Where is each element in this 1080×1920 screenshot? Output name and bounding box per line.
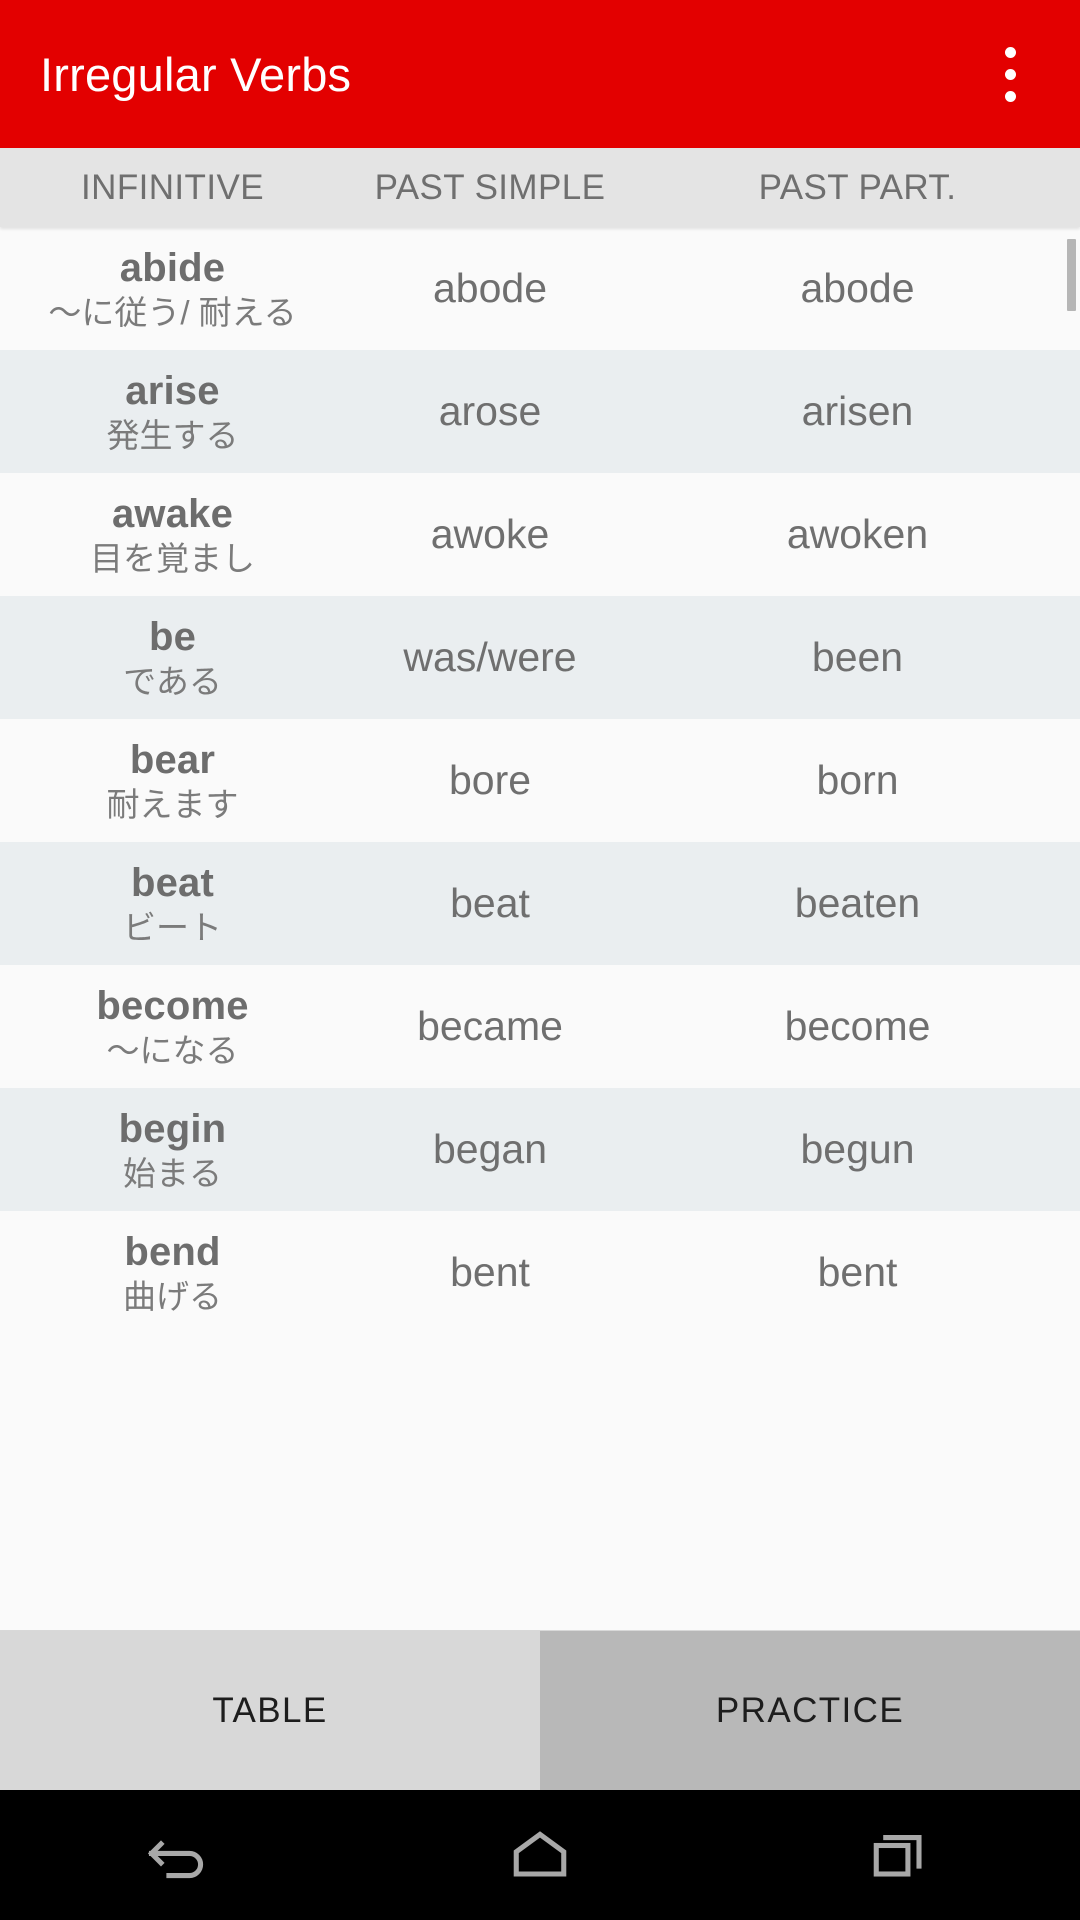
verb-meaning: 耐えます xyxy=(106,785,239,823)
verb-infinitive: abide xyxy=(119,245,226,290)
cell-past-participle: abode xyxy=(800,265,915,311)
table-row[interactable]: awake 目を覚まし awoke awoken xyxy=(0,473,1080,596)
more-vert-dot xyxy=(1004,90,1016,102)
cell-infinitive: awake 目を覚まし xyxy=(0,493,345,577)
tab-bar: TABLE PRACTICE xyxy=(0,1630,1080,1790)
cell-infinitive: abide 〜に従う/ 耐える xyxy=(0,247,345,331)
cell-infinitive: become 〜になる xyxy=(0,985,345,1069)
cell-infinitive: arise 発生する xyxy=(0,370,345,454)
cell-past-simple: beat xyxy=(450,880,530,926)
verb-infinitive: begin xyxy=(118,1106,227,1151)
tab-table[interactable]: TABLE xyxy=(0,1631,540,1790)
cell-infinitive: bear 耐えます xyxy=(0,739,345,823)
column-header-past-participle: PAST PART. xyxy=(758,167,957,207)
table-row[interactable]: abide 〜に従う/ 耐える abode abode xyxy=(0,227,1080,350)
cell-past-participle: born xyxy=(816,757,899,803)
cell-past-simple: was/were xyxy=(403,634,577,680)
cell-past-participle: been xyxy=(811,634,904,680)
table-row[interactable]: bear 耐えます bore born xyxy=(0,719,1080,842)
page-title: Irregular Verbs xyxy=(40,47,352,101)
cell-past-simple: abode xyxy=(432,265,547,311)
cell-past-participle: bent xyxy=(817,1249,898,1295)
verb-meaning: 始まる xyxy=(123,1154,222,1192)
table-header-row: INFINITIVE PAST SIMPLE PAST PART. xyxy=(0,148,1080,227)
column-header-infinitive: INFINITIVE xyxy=(81,167,264,207)
column-header-past-simple: PAST SIMPLE xyxy=(374,167,606,207)
more-vert-icon[interactable] xyxy=(980,26,1040,122)
verb-meaning: 〜になる xyxy=(106,1031,239,1069)
cell-past-simple: arose xyxy=(438,388,542,434)
cell-past-simple: bent xyxy=(450,1249,530,1295)
verb-meaning: 〜に従う/ 耐える xyxy=(48,293,297,331)
cell-past-participle: awoken xyxy=(786,511,929,557)
verb-meaning: 発生する xyxy=(106,416,239,454)
home-icon[interactable] xyxy=(360,1817,720,1893)
android-navigation-bar xyxy=(0,1790,1080,1920)
table-row[interactable]: begin 始まる began begun xyxy=(0,1088,1080,1211)
cell-past-participle: become xyxy=(784,1003,931,1049)
cell-infinitive: be である xyxy=(0,616,345,700)
cell-past-simple: became xyxy=(417,1003,563,1049)
table-row[interactable]: arise 発生する arose arisen xyxy=(0,350,1080,473)
verb-table[interactable]: abide 〜に従う/ 耐える abode abode arise 発生する arose ar… xyxy=(0,227,1080,1630)
cell-past-participle: arisen xyxy=(801,388,914,434)
verb-meaning: である xyxy=(123,662,222,700)
tab-practice[interactable]: PRACTICE xyxy=(540,1631,1080,1790)
cell-past-simple: bore xyxy=(448,757,532,803)
cell-past-participle: begun xyxy=(800,1126,915,1172)
back-icon[interactable] xyxy=(0,1817,360,1893)
vertical-scrollbar[interactable] xyxy=(1067,239,1076,311)
verb-infinitive: arise xyxy=(125,368,220,413)
cell-infinitive: begin 始まる xyxy=(0,1108,345,1192)
verb-infinitive: bend xyxy=(124,1229,221,1274)
verb-meaning: 曲げる xyxy=(123,1277,222,1315)
more-vert-dot xyxy=(1004,46,1016,58)
cell-past-simple: awoke xyxy=(430,511,550,557)
app-bar: Irregular Verbs xyxy=(0,0,1080,148)
verb-meaning: 目を覚まし xyxy=(90,539,255,577)
more-vert-dot xyxy=(1004,68,1016,80)
verb-infinitive: beat xyxy=(130,860,215,905)
table-row[interactable]: bend 曲げる bent bent xyxy=(0,1211,1080,1334)
cell-past-simple: began xyxy=(432,1126,547,1172)
cell-infinitive: beat ビート xyxy=(0,862,345,946)
cell-infinitive: bend 曲げる xyxy=(0,1231,345,1315)
verb-infinitive: bear xyxy=(129,737,216,782)
verb-infinitive: become xyxy=(96,983,249,1028)
app-root: Irregular Verbs INFINITIVE PAST SIMPLE P… xyxy=(0,0,1080,1920)
verb-meaning: ビート xyxy=(123,908,222,946)
table-row[interactable]: become 〜になる became become xyxy=(0,965,1080,1088)
table-row[interactable]: be である was/were been xyxy=(0,596,1080,719)
recents-icon[interactable] xyxy=(720,1817,1080,1893)
table-row[interactable]: beat ビート beat beaten xyxy=(0,842,1080,965)
verb-infinitive: awake xyxy=(111,491,234,536)
cell-past-participle: beaten xyxy=(794,880,921,926)
verb-infinitive: be xyxy=(148,614,197,659)
